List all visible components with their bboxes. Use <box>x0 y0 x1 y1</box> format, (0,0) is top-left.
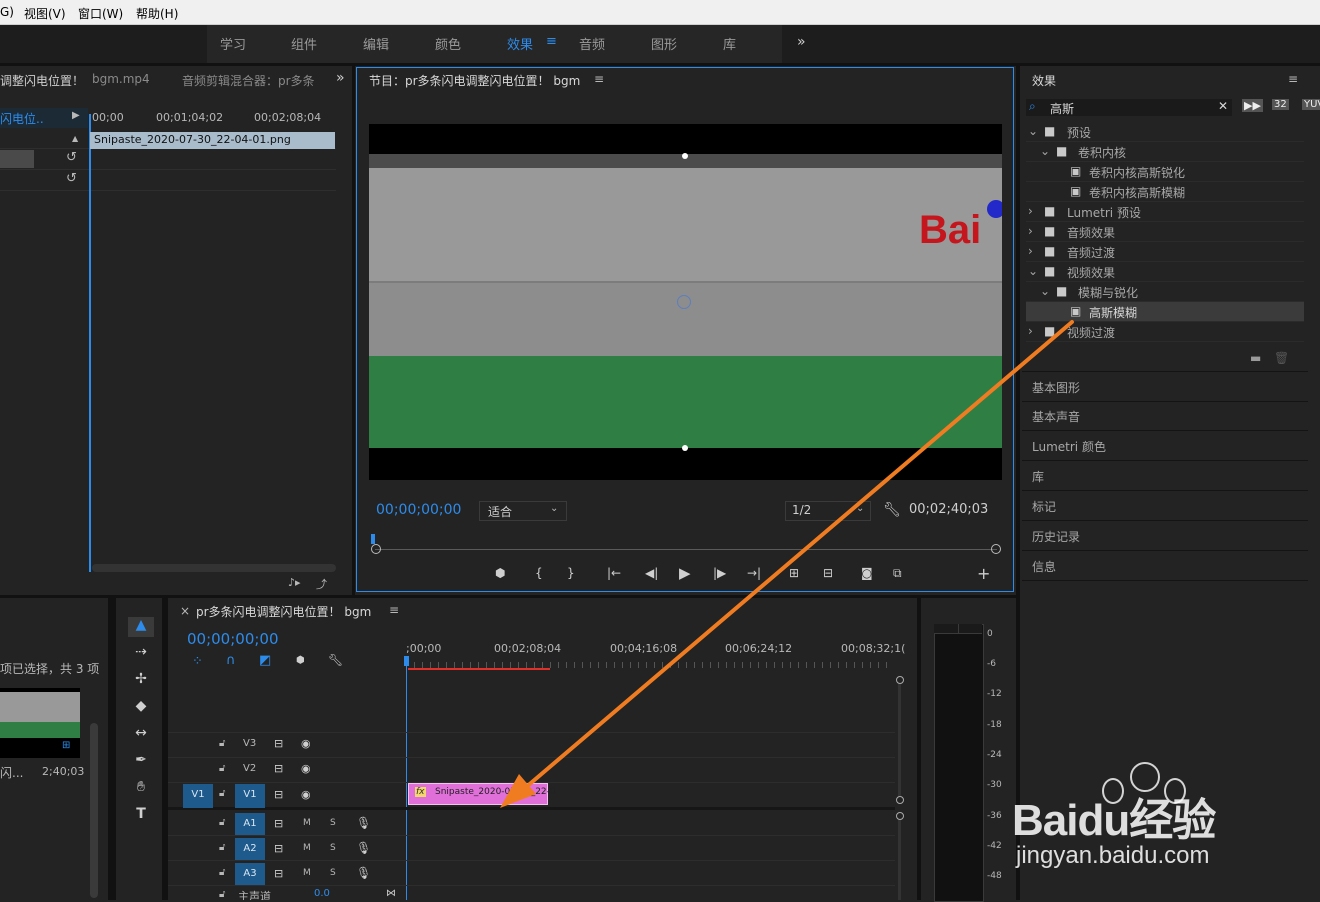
watermark-brand: Baidu经验 <box>1012 796 1216 845</box>
watermark-url: jingyan.baidu.com <box>1016 842 1210 869</box>
baidu-watermark: Baidu经验 jingyan.baidu.com <box>1012 762 1312 874</box>
